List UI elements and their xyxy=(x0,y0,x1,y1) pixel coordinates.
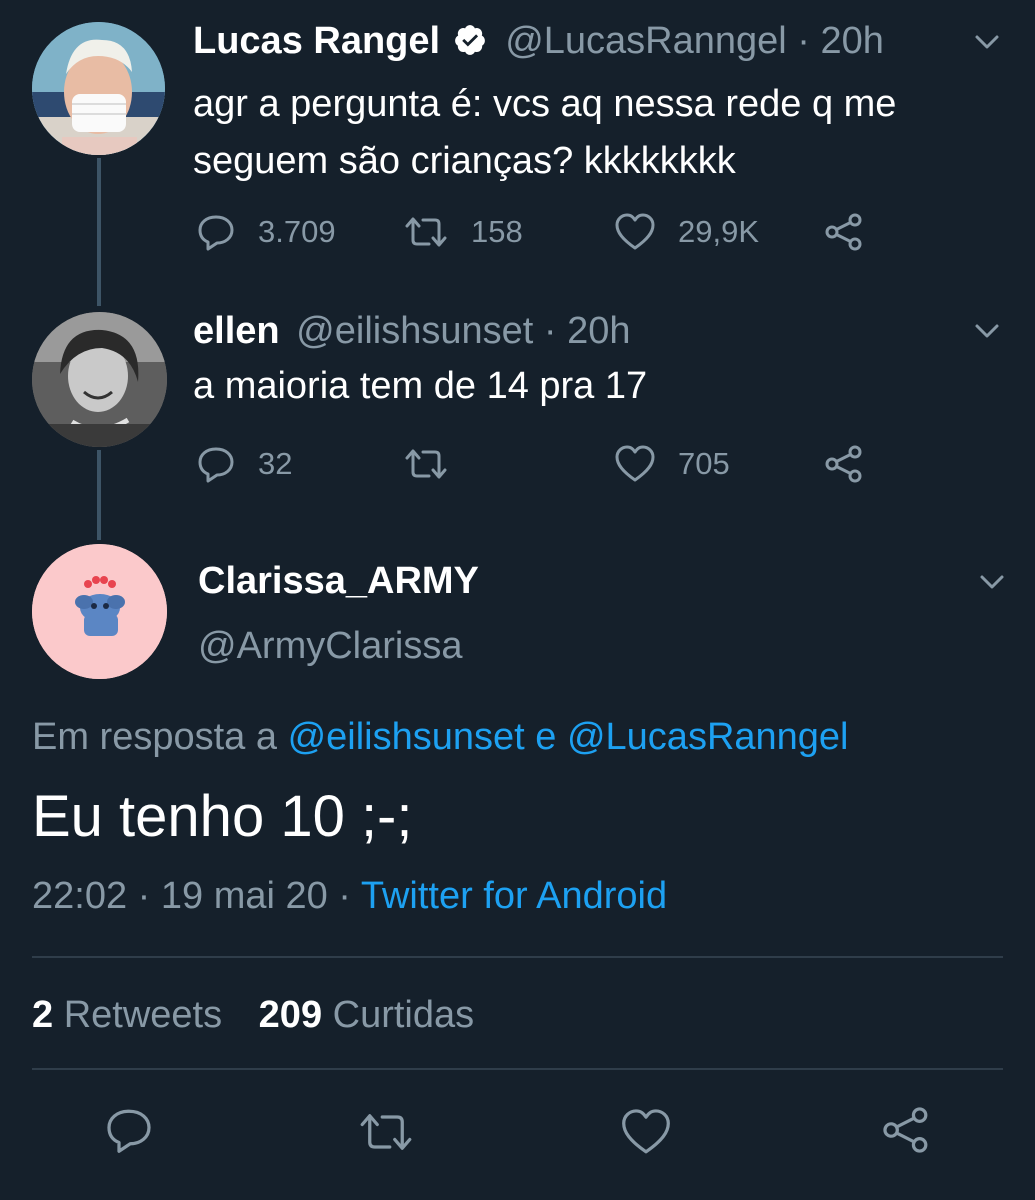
like-icon xyxy=(615,445,655,482)
reply-and: e xyxy=(535,716,557,758)
main-tweet-text: Eu tenho 10 ;-; xyxy=(32,784,413,849)
divider xyxy=(32,1068,1003,1070)
chevron-down-icon[interactable] xyxy=(972,27,1002,57)
reply-button[interactable]: 32 xyxy=(196,444,292,484)
timestamp: · 20h xyxy=(797,20,884,62)
retweet-count: 158 xyxy=(471,214,523,249)
display-name[interactable]: Lucas Rangel xyxy=(193,20,440,62)
like-count: 705 xyxy=(678,446,730,481)
avatar[interactable] xyxy=(32,22,165,155)
reply-count: 3.709 xyxy=(258,214,336,249)
retweet-icon[interactable] xyxy=(357,1107,415,1157)
timestamp: · 20h xyxy=(543,310,631,352)
chevron-down-icon[interactable] xyxy=(977,567,1007,597)
tweet-text-line: agr a pergunta é: vcs aq nessa rede q me xyxy=(193,83,897,125)
share-button[interactable] xyxy=(823,443,865,485)
thread-line xyxy=(97,450,101,540)
retweet-button[interactable] xyxy=(403,444,449,484)
tweet-header: ellen @eilishsunset · 20h xyxy=(193,310,631,353)
like-button[interactable]: 29,9K xyxy=(614,212,759,252)
reply-context: Em resposta a @eilishsunset e @LucasRann… xyxy=(32,716,849,759)
likes-stat[interactable]: 209 Curtidas xyxy=(259,994,474,1036)
timestamp: 22:02 · 19 mai 20 · xyxy=(32,875,351,917)
tweet-text-line: seguem são crianças? kkkkkkkk xyxy=(193,140,736,182)
like-label: Curtidas xyxy=(332,994,475,1036)
display-name[interactable]: Clarissa_ARMY xyxy=(198,560,479,603)
like-count: 29,9K xyxy=(678,214,760,249)
retweet-icon xyxy=(405,217,447,247)
mention-link[interactable]: @eilishsunset xyxy=(288,716,525,758)
mention-link[interactable]: @LucasRanngel xyxy=(567,716,849,758)
share-button[interactable] xyxy=(823,211,865,253)
reply-button[interactable]: 3.709 xyxy=(196,212,336,252)
avatar[interactable] xyxy=(32,312,167,447)
thread-line xyxy=(97,158,101,306)
reply-prefix: Em resposta a xyxy=(32,716,277,758)
like-icon xyxy=(615,213,655,250)
reply-icon[interactable] xyxy=(104,1105,154,1155)
like-button[interactable]: 705 xyxy=(614,444,730,484)
like-icon[interactable] xyxy=(620,1107,672,1157)
handle[interactable]: @eilishsunset xyxy=(296,310,533,352)
source-link[interactable]: Twitter for Android xyxy=(361,875,667,917)
handle[interactable]: @LucasRanngel xyxy=(505,20,787,62)
retweets-stat[interactable]: 2 Retweets xyxy=(32,994,233,1036)
tweet-meta: 22:02 · 19 mai 20 · Twitter for Android xyxy=(32,875,667,918)
reply-count: 32 xyxy=(258,446,293,481)
reply-icon xyxy=(198,215,234,251)
retweet-label: Retweets xyxy=(63,994,223,1036)
tweet-text: agr a pergunta é: vcs aq nessa rede q me… xyxy=(193,76,896,190)
tweet-text: a maioria tem de 14 pra 17 xyxy=(193,365,648,407)
share-icon[interactable] xyxy=(880,1104,932,1156)
reply-icon xyxy=(198,447,234,483)
retweet-count: 2 xyxy=(32,994,54,1036)
retweet-icon xyxy=(405,449,447,479)
avatar[interactable] xyxy=(32,544,167,679)
engagement-stats: 2 Retweets 209 Curtidas xyxy=(32,994,474,1037)
verified-badge-icon xyxy=(454,25,485,55)
like-count: 209 xyxy=(258,994,323,1036)
tweet-header: Lucas Rangel @LucasRanngel · 20h xyxy=(193,20,884,63)
chevron-down-icon[interactable] xyxy=(972,316,1002,346)
share-icon xyxy=(825,213,862,251)
share-icon xyxy=(825,445,862,483)
retweet-button[interactable]: 158 xyxy=(403,212,523,252)
display-name[interactable]: ellen xyxy=(193,310,280,352)
divider xyxy=(32,956,1003,958)
handle[interactable]: @ArmyClarissa xyxy=(198,625,462,668)
